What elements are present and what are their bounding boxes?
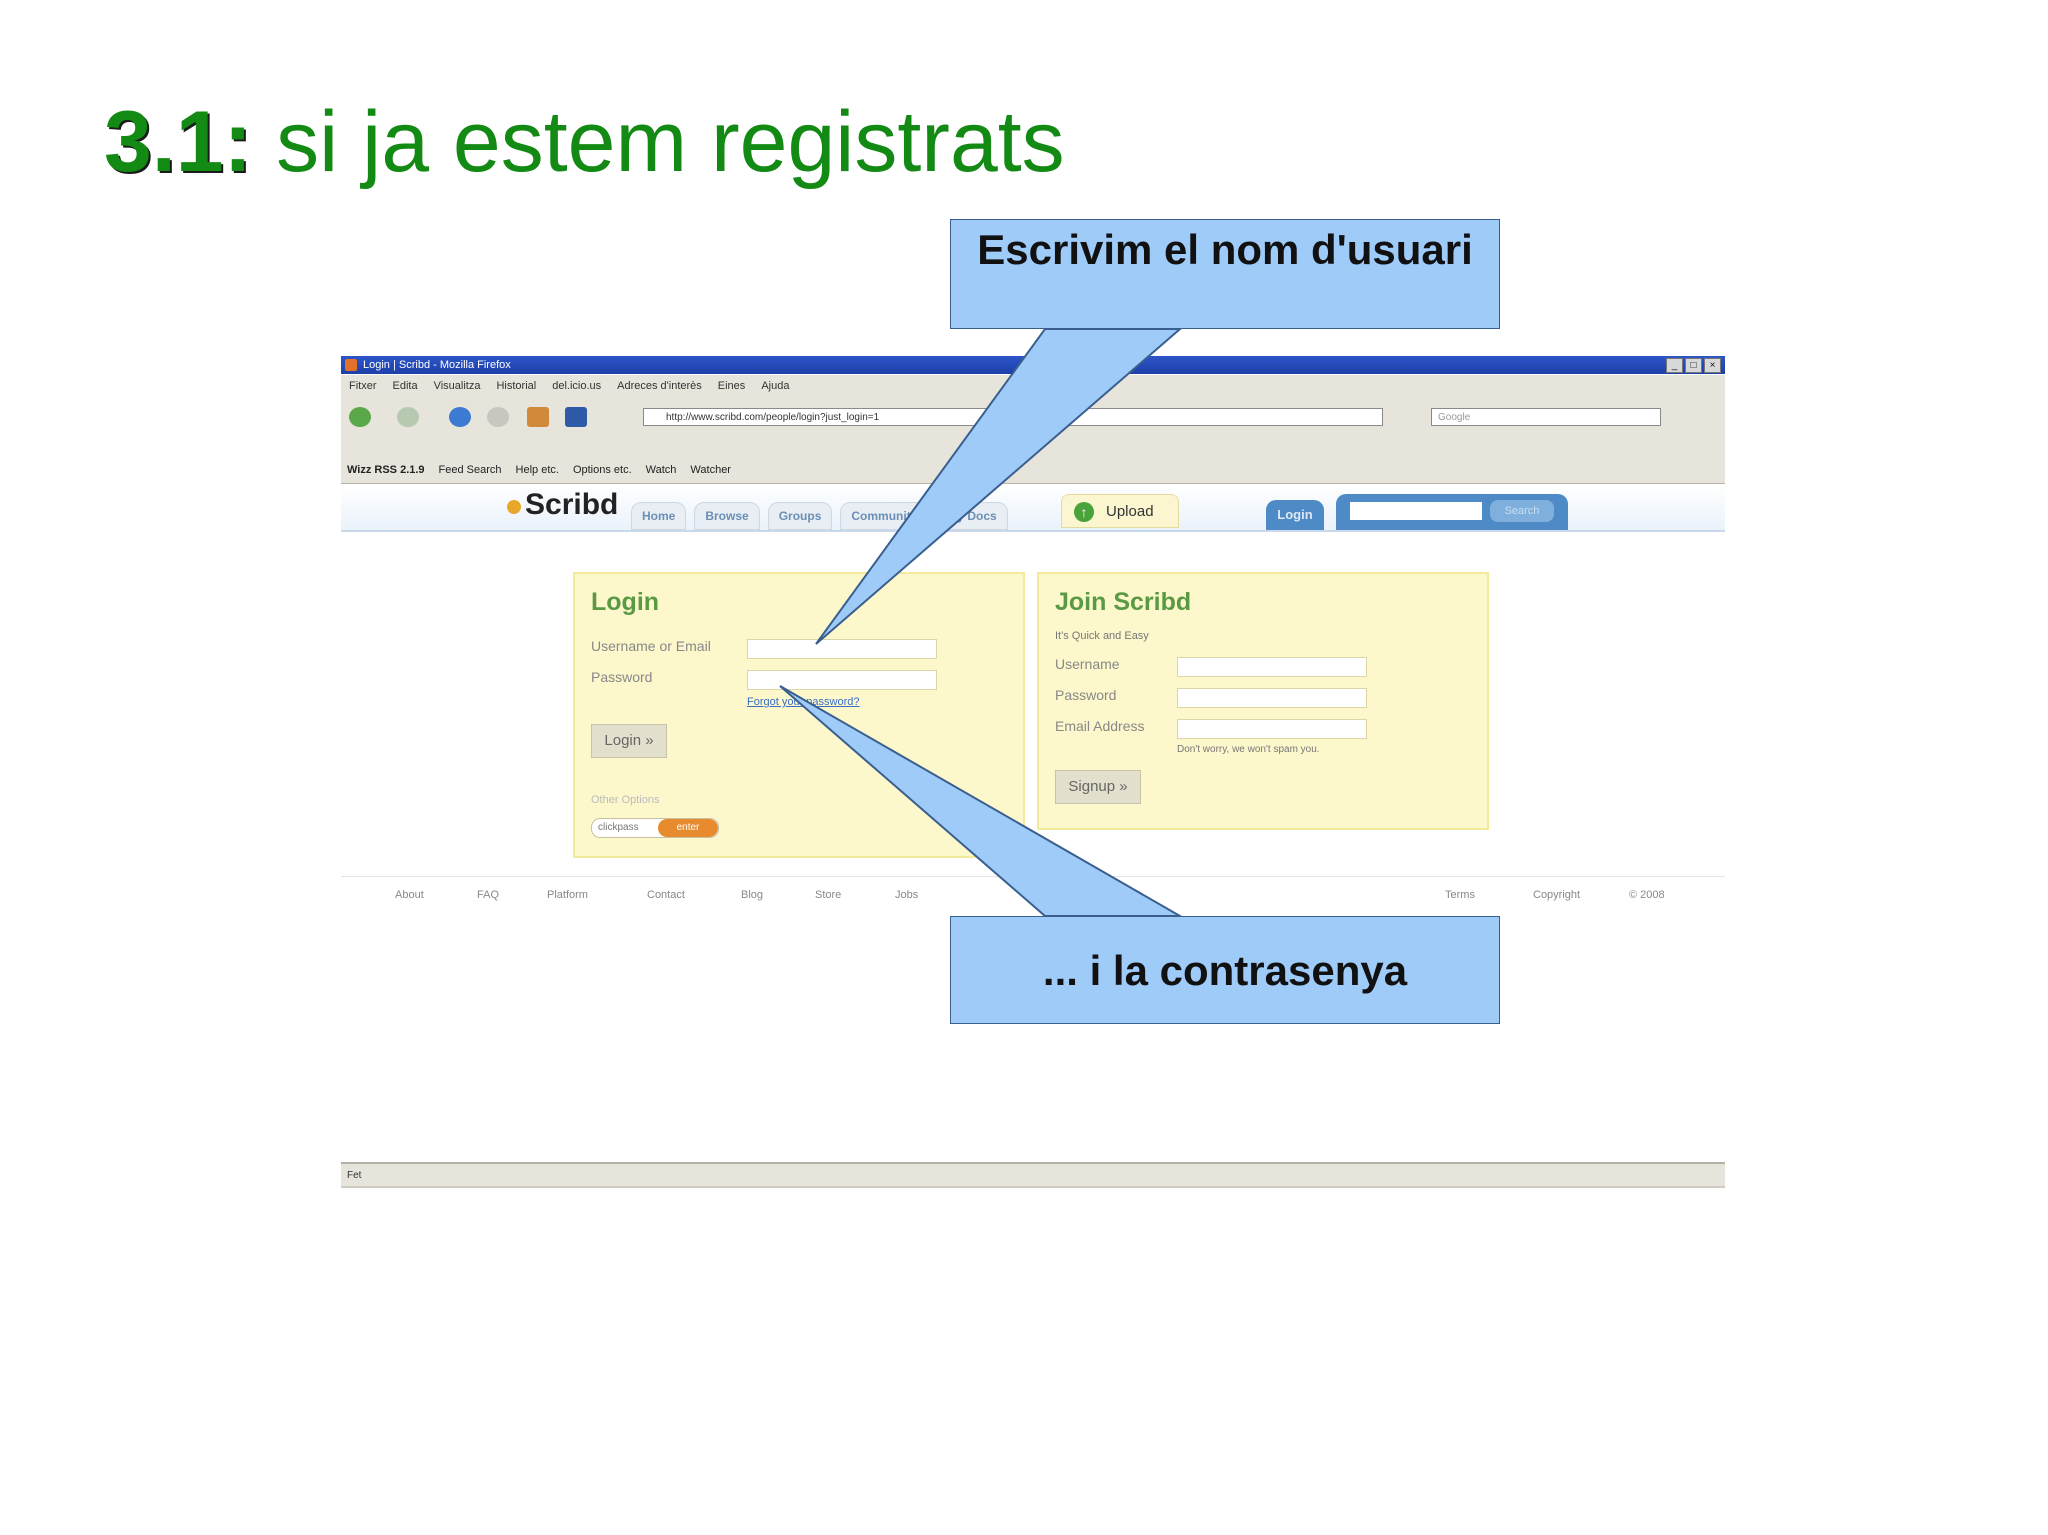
tab-community[interactable]: Community <box>840 502 929 530</box>
username-input[interactable] <box>747 639 937 659</box>
rss-toolbar: Wizz RSS 2.1.9 Feed Search Help etc. Opt… <box>341 457 1725 484</box>
stop-icon[interactable] <box>487 407 509 427</box>
wizz-rss-button[interactable]: Wizz RSS 2.1.9 <box>347 457 425 483</box>
slide-title-number: 3.1: <box>104 94 253 190</box>
maximize-button[interactable]: □ <box>1685 358 1702 373</box>
firefox-icon <box>345 359 357 371</box>
slide-title-text: si ja estem registrats <box>252 94 1065 190</box>
menu-history[interactable]: Historial <box>496 375 536 397</box>
tab-home[interactable]: Home <box>631 502 687 530</box>
site-search-input[interactable] <box>1350 502 1482 520</box>
join-subheading: It's Quick and Easy <box>1055 630 1149 642</box>
logo-text: Scribd <box>525 488 619 521</box>
footer-blog[interactable]: Blog <box>741 889 763 901</box>
other-options-label: Other Options <box>591 794 660 806</box>
forward-icon[interactable] <box>397 407 419 427</box>
menu-bar: Fitxer Edita Visualitza Historial del.ic… <box>341 375 1725 397</box>
join-email-label: Email Address <box>1055 718 1145 734</box>
signup-button[interactable]: Signup » <box>1055 770 1141 804</box>
footer-about[interactable]: About <box>395 889 424 901</box>
upload-icon: ↑ <box>1074 502 1094 522</box>
menu-edit[interactable]: Edita <box>393 375 418 397</box>
spam-note: Don't worry, we won't spam you. <box>1177 744 1320 755</box>
home-icon[interactable] <box>527 407 549 427</box>
tab-groups[interactable]: Groups <box>767 502 833 530</box>
menu-bookmarks[interactable]: Adreces d'interès <box>617 375 702 397</box>
scribd-logo[interactable]: Scribd <box>507 488 618 522</box>
site-tabs: Home Browse Groups Community My Docs <box>631 502 1008 530</box>
scribd-header: Scribd Home Browse Groups Community My D… <box>341 484 1725 532</box>
footer-copyright[interactable]: Copyright <box>1533 889 1580 901</box>
menu-file[interactable]: Fitxer <box>349 375 377 397</box>
join-password-label: Password <box>1055 687 1117 703</box>
footer-contact[interactable]: Contact <box>647 889 685 901</box>
site-footer: About FAQ Platform Contact Blog Store Jo… <box>341 876 1725 917</box>
site-search: Search <box>1336 494 1568 530</box>
login-button[interactable]: Login » <box>591 724 667 758</box>
slide-title: 3.1: si ja estem registrats <box>104 92 1065 192</box>
navigation-toolbar: http://www.scribd.com/people/login?just_… <box>341 397 1725 437</box>
footer-year: © 2008 <box>1629 889 1665 901</box>
login-tab[interactable]: Login <box>1266 500 1324 530</box>
login-panel: Login Username or Email Password Forgot … <box>573 572 1025 858</box>
site-search-button[interactable]: Search <box>1490 500 1554 522</box>
url-field[interactable]: http://www.scribd.com/people/login?just_… <box>643 408 1383 426</box>
watch-button[interactable]: Watch <box>646 457 677 483</box>
footer-jobs[interactable]: Jobs <box>895 889 918 901</box>
password-label: Password <box>591 669 653 685</box>
join-email-input[interactable] <box>1177 719 1367 739</box>
password-callout: ... i la contrasenya <box>950 916 1500 1024</box>
logo-icon <box>507 500 521 514</box>
password-input[interactable] <box>747 670 937 690</box>
menu-view[interactable]: Visualitza <box>434 375 481 397</box>
watcher-button[interactable]: Watcher <box>690 457 731 483</box>
help-button[interactable]: Help etc. <box>516 457 559 483</box>
menu-delicious[interactable]: del.icio.us <box>552 375 601 397</box>
browser-screenshot: Login | Scribd - Mozilla Firefox _ □ × F… <box>341 356 1725 1192</box>
footer-faq[interactable]: FAQ <box>477 889 499 901</box>
extra-toolbar <box>341 437 1725 457</box>
footer-store[interactable]: Store <box>815 889 841 901</box>
join-username-input[interactable] <box>1177 657 1367 677</box>
upload-label: Upload <box>1106 503 1154 520</box>
back-icon[interactable] <box>349 407 371 427</box>
join-username-label: Username <box>1055 656 1120 672</box>
tab-my-docs[interactable]: My Docs <box>936 502 1008 530</box>
options-button[interactable]: Options etc. <box>573 457 632 483</box>
join-heading: Join Scribd <box>1055 588 1192 616</box>
upload-button[interactable]: ↑ Upload <box>1061 494 1179 528</box>
menu-help[interactable]: Ajuda <box>761 375 789 397</box>
tab-browse[interactable]: Browse <box>694 502 760 530</box>
bookmark-icon[interactable] <box>565 407 587 427</box>
menu-tools[interactable]: Eines <box>718 375 746 397</box>
feed-search-button[interactable]: Feed Search <box>439 457 502 483</box>
window-titlebar: Login | Scribd - Mozilla Firefox _ □ × <box>341 356 1725 374</box>
close-button[interactable]: × <box>1704 358 1721 373</box>
minimize-button[interactable]: _ <box>1666 358 1683 373</box>
footer-terms[interactable]: Terms <box>1445 889 1475 901</box>
username-label: Username or Email <box>591 638 711 654</box>
window-title: Login | Scribd - Mozilla Firefox <box>363 359 511 371</box>
username-callout: Escrivim el nom d'usuari <box>950 219 1500 329</box>
window-controls: _ □ × <box>1666 358 1721 373</box>
join-password-input[interactable] <box>1177 688 1367 708</box>
clickpass-label: clickpass <box>598 822 639 833</box>
status-bar: Fet <box>341 1162 1725 1188</box>
join-panel: Join Scribd It's Quick and Easy Username… <box>1037 572 1489 830</box>
forgot-password-link[interactable]: Forgot your password? <box>747 696 860 708</box>
clickpass-button[interactable]: clickpass enter <box>591 818 719 838</box>
footer-platform[interactable]: Platform <box>547 889 588 901</box>
login-heading: Login <box>591 588 660 616</box>
reload-icon[interactable] <box>449 407 471 427</box>
browser-search-field[interactable]: Google <box>1431 408 1661 426</box>
enter-label: enter <box>658 819 718 837</box>
